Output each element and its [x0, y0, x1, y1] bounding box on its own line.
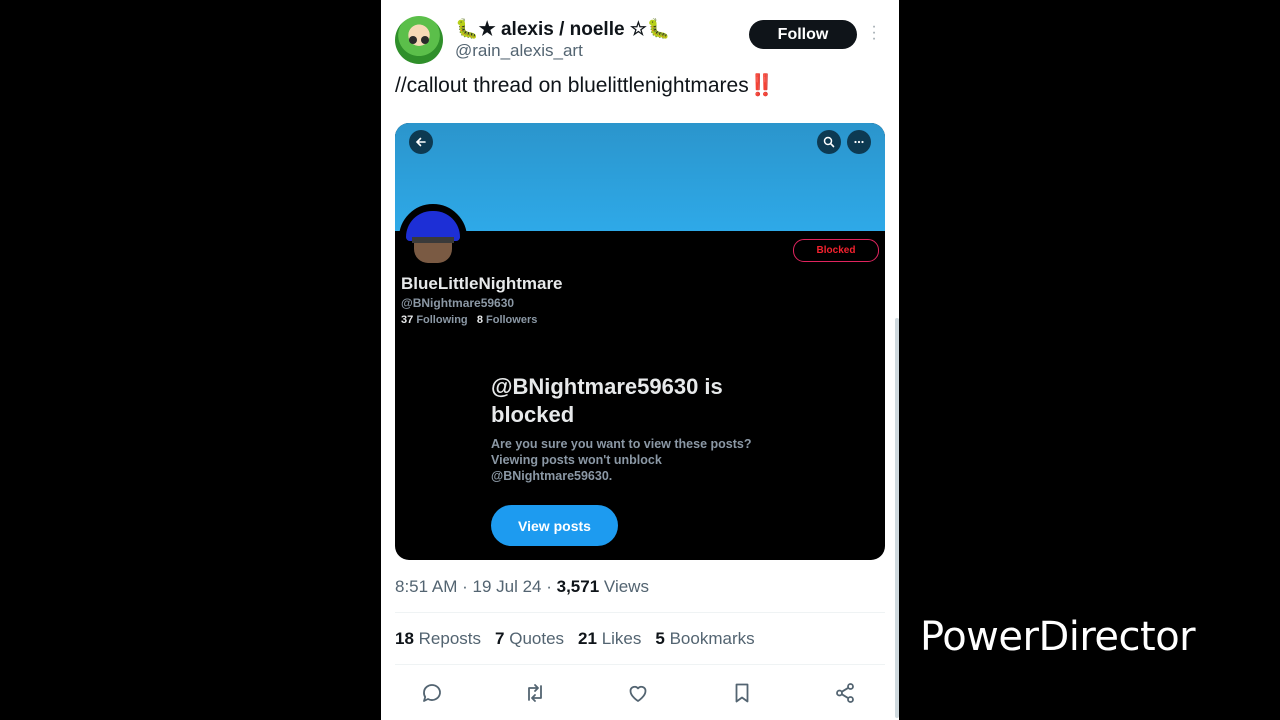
back-arrow-icon[interactable] — [409, 130, 433, 154]
views-count: 3,571 — [556, 577, 600, 596]
double-exclamation-icon: ‼️ — [748, 74, 775, 97]
embedded-screenshot[interactable]: Blocked BlueLittleNightmare @BNightmare5… — [395, 123, 885, 560]
tweet-stats: 18 Reposts 7 Quotes 21 Likes 5 Bookmarks — [395, 629, 755, 649]
bookmarks-count: 5 — [655, 629, 665, 648]
quotes-label: Quotes — [509, 629, 565, 648]
meta-separator: · — [546, 577, 557, 596]
share-icon[interactable] — [832, 680, 858, 706]
tweet-meta: 8:51 AM · 19 Jul 24 · 3,571 Views — [395, 577, 649, 597]
profile-stats: 37 Following 8 Followers — [401, 314, 537, 326]
tweet-text-body: //callout thread on bluelittlenightmares — [395, 74, 749, 97]
following-count: 37 — [401, 314, 414, 326]
tweet-date[interactable]: 19 Jul 24 — [473, 577, 542, 596]
followers-count: 8 — [476, 314, 483, 326]
author-handle[interactable]: @rain_alexis_art — [455, 41, 583, 61]
scrollbar[interactable] — [895, 318, 899, 718]
avatar-eye-left — [409, 36, 417, 44]
stat-reposts[interactable]: 18 Reposts — [395, 629, 481, 649]
like-icon[interactable] — [625, 680, 651, 706]
stat-likes[interactable]: 21 Likes — [578, 629, 641, 649]
quotes-count: 7 — [495, 629, 505, 648]
view-posts-button[interactable]: View posts — [491, 505, 618, 546]
stat-quotes[interactable]: 7 Quotes — [495, 629, 564, 649]
profile-banner — [395, 123, 885, 231]
divider — [395, 612, 885, 613]
tweet-panel: 🐛★ alexis / noelle ☆🐛 @rain_alexis_art F… — [381, 0, 899, 720]
profile-avatar — [399, 204, 467, 272]
reposts-label: Reposts — [418, 629, 482, 648]
profile-handle: @BNightmare59630 — [401, 296, 515, 310]
more-icon[interactable] — [847, 130, 871, 154]
views-label: Views — [603, 577, 649, 596]
blocked-badge[interactable]: Blocked — [793, 239, 879, 262]
avatar-eye-right — [421, 36, 429, 44]
likes-count: 21 — [578, 629, 597, 648]
divider — [395, 664, 885, 665]
following-label[interactable]: Following — [416, 314, 467, 326]
blocked-description: Are you sure you want to view these post… — [491, 437, 752, 483]
tweet-time[interactable]: 8:51 AM — [395, 577, 457, 596]
likes-label: Likes — [601, 629, 642, 648]
stat-bookmarks[interactable]: 5 Bookmarks — [655, 629, 754, 649]
bookmarks-label: Bookmarks — [669, 629, 755, 648]
follow-button[interactable]: Follow — [749, 20, 857, 49]
author-avatar[interactable] — [395, 16, 443, 64]
blocked-title: @BNightmare59630 is blocked — [491, 374, 723, 427]
powerdirector-watermark: PowerDirector — [920, 614, 1196, 660]
reply-icon[interactable] — [419, 680, 445, 706]
tweet-text: //callout thread on bluelittlenightmares… — [395, 74, 775, 98]
repost-icon[interactable] — [522, 680, 548, 706]
avatar-band — [412, 237, 454, 243]
more-options-icon[interactable]: · · · — [869, 19, 879, 47]
bookmark-icon[interactable] — [729, 680, 755, 706]
reposts-count: 18 — [395, 629, 414, 648]
author-display-name[interactable]: 🐛★ alexis / noelle ☆🐛 — [455, 17, 671, 41]
followers-label[interactable]: Followers — [486, 314, 537, 326]
profile-name: BlueLittleNightmare — [401, 274, 563, 293]
meta-separator: · — [462, 577, 473, 596]
search-icon[interactable] — [817, 130, 841, 154]
